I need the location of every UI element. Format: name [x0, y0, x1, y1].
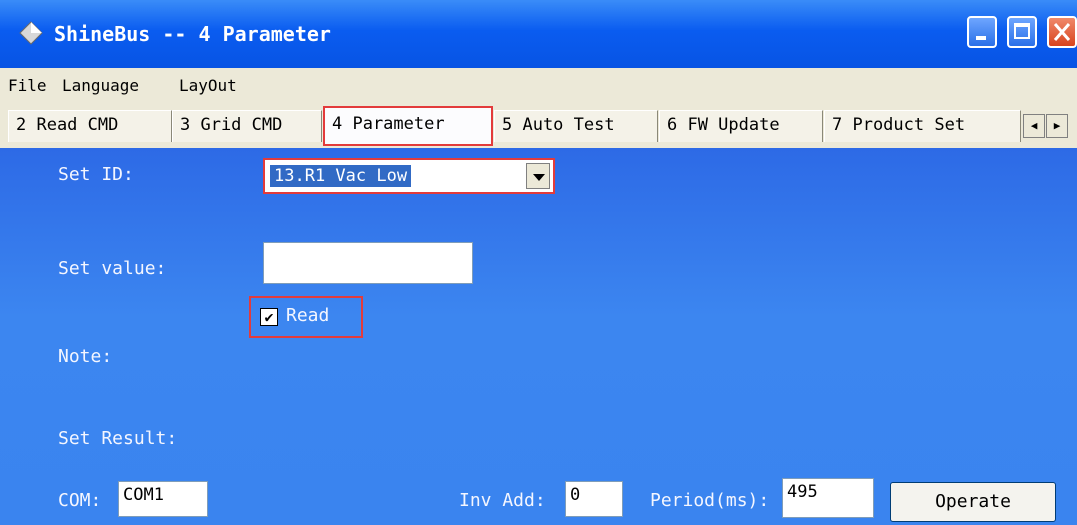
title-bar[interactable]: ShineBus -- 4 Parameter: [0, 0, 1077, 68]
close-icon: [1053, 23, 1071, 41]
period-input[interactable]: 495: [782, 478, 874, 518]
app-window: ShineBus -- 4 Parameter File Language La…: [0, 0, 1077, 525]
maximize-icon: [1014, 23, 1030, 39]
chevron-down-icon[interactable]: [526, 163, 550, 189]
set-value-label: Set value:: [58, 258, 167, 279]
minimize-icon: [976, 36, 986, 40]
set-id-label: Set ID:: [58, 164, 134, 185]
tab-read-cmd[interactable]: 2 Read CMD: [8, 110, 172, 142]
set-id-selected-value: 13.R1 Vac Low: [270, 165, 412, 187]
com-input[interactable]: COM1: [118, 481, 208, 517]
parameter-panel: Set ID: 13.R1 Vac Low Set value: ✔ Read …: [0, 148, 1077, 525]
inv-add-input[interactable]: 0: [565, 481, 623, 517]
menu-layout[interactable]: LayOut: [179, 76, 237, 95]
arrow-left-icon: ◀: [1030, 119, 1038, 132]
menu-language[interactable]: Language: [62, 76, 139, 95]
tab-product-set[interactable]: 7 Product Set: [824, 110, 1021, 142]
period-label: Period(ms):: [650, 490, 770, 511]
maximize-button[interactable]: [1007, 16, 1037, 48]
com-label: COM:: [58, 490, 102, 511]
set-result-label: Set Result:: [58, 428, 178, 449]
tab-scroll-right-button[interactable]: ▶: [1046, 114, 1068, 138]
arrow-right-icon: ▶: [1053, 119, 1061, 132]
inv-add-label: Inv Add:: [459, 490, 546, 511]
tab-strip: 2 Read CMD 3 Grid CMD 4 Parameter 5 Auto…: [0, 104, 1077, 148]
read-checkbox-label: Read: [286, 305, 330, 326]
read-checkbox-group[interactable]: ✔ Read: [249, 296, 363, 338]
tab-fw-update[interactable]: 6 FW Update: [659, 110, 823, 142]
set-value-input[interactable]: [263, 242, 473, 284]
app-icon: [19, 21, 43, 45]
menu-bar: File Language LayOut: [0, 68, 1077, 105]
note-label: Note:: [58, 346, 113, 367]
read-checkbox[interactable]: ✔: [260, 308, 278, 326]
tab-grid-cmd[interactable]: 3 Grid CMD: [172, 110, 322, 142]
window-title: ShineBus -- 4 Parameter: [54, 22, 331, 46]
operate-button[interactable]: Operate: [890, 482, 1056, 522]
tab-auto-test[interactable]: 5 Auto Test: [494, 110, 658, 142]
set-id-select[interactable]: 13.R1 Vac Low: [263, 158, 555, 194]
menu-file[interactable]: File: [8, 76, 47, 95]
close-button[interactable]: [1047, 16, 1077, 48]
tab-parameter[interactable]: 4 Parameter: [323, 106, 493, 146]
minimize-button[interactable]: [967, 16, 997, 48]
tab-scroll-left-button[interactable]: ◀: [1023, 114, 1045, 138]
